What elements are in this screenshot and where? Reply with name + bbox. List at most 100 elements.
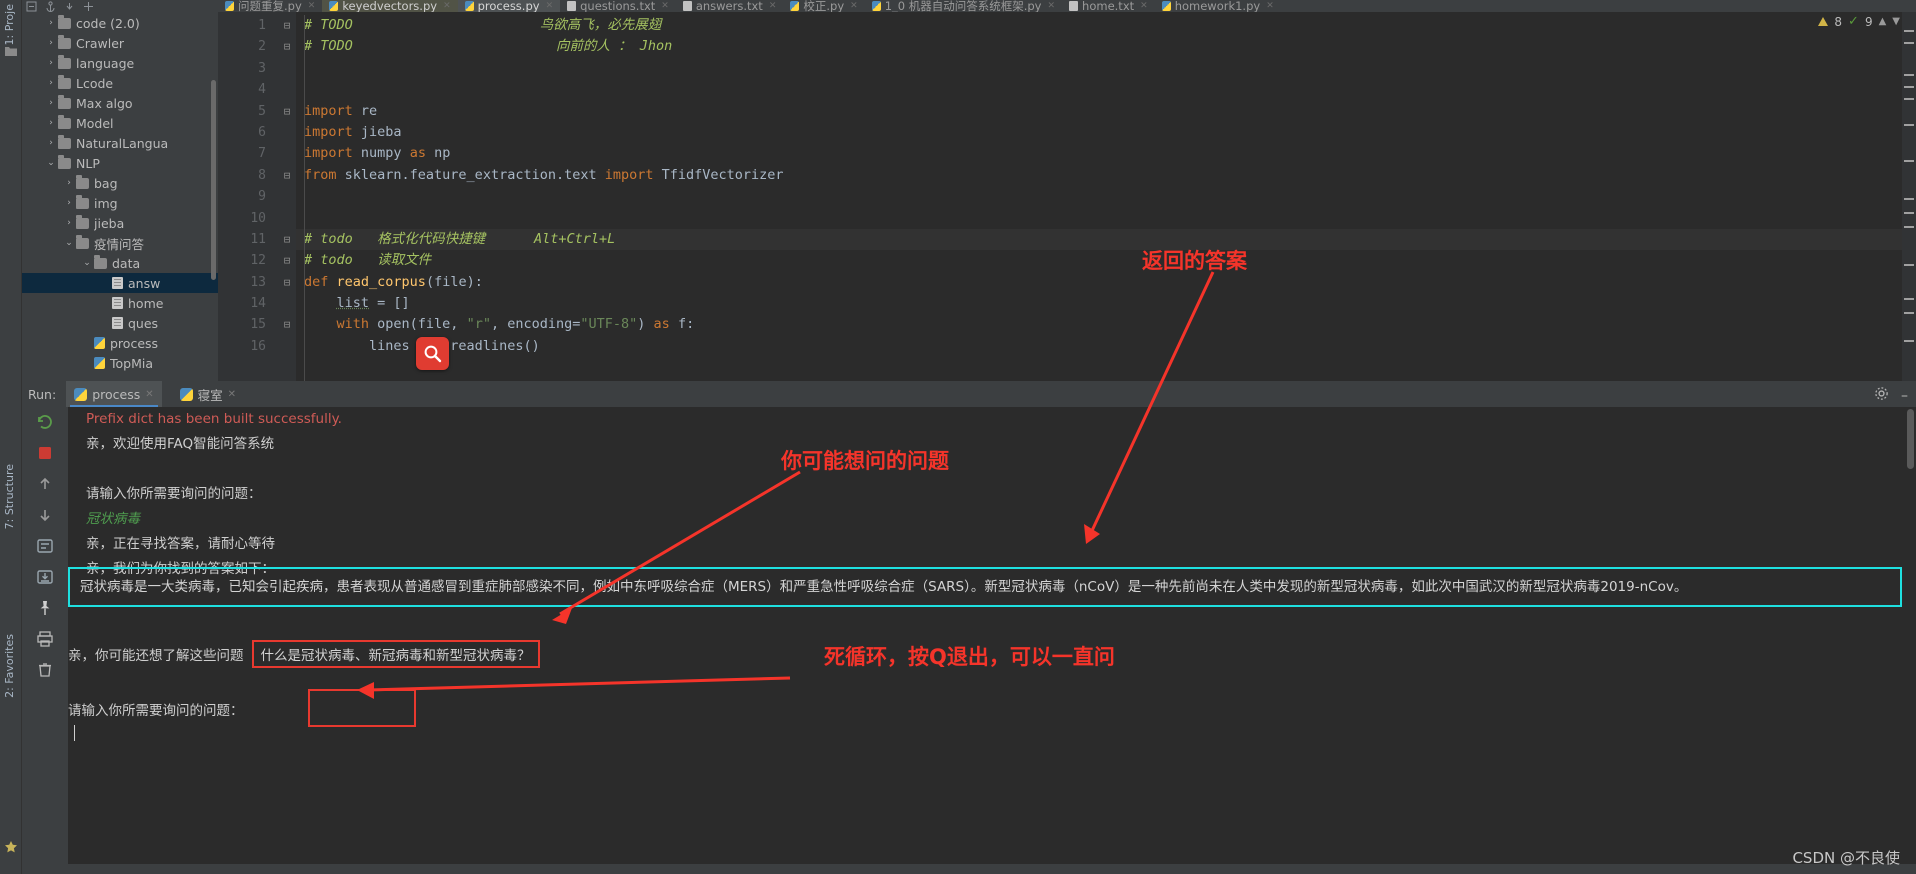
- editor-tab[interactable]: 1_0 机器自动问答系统框架.py ✕: [865, 0, 1062, 12]
- close-icon[interactable]: ✕: [546, 1, 554, 11]
- tree-item[interactable]: home: [22, 293, 218, 313]
- chevron-right-icon[interactable]: ›: [62, 218, 76, 228]
- editor-tab[interactable]: questions.txt ✕: [560, 0, 676, 12]
- editor-tab[interactable]: homework1.py ✕: [1155, 0, 1281, 12]
- sidebar-tab-favorites[interactable]: 2: Favorites: [1, 630, 21, 702]
- editor-tab[interactable]: 校正.py ✕: [783, 0, 864, 12]
- run-tab-process[interactable]: process ✕: [66, 381, 162, 407]
- code-line[interactable]: with open(file, "r", encoding="UTF-8") a…: [296, 314, 1916, 335]
- pin-icon[interactable]: [34, 597, 56, 619]
- tree-item[interactable]: TopMia: [22, 353, 218, 373]
- fold-toggle-icon[interactable]: ⊟: [278, 272, 296, 293]
- code-line[interactable]: [296, 79, 1916, 100]
- chevron-right-icon[interactable]: ›: [44, 58, 58, 68]
- fold-toggle-icon[interactable]: ⊟: [278, 229, 296, 250]
- code-line[interactable]: [296, 208, 1916, 229]
- chevron-right-icon[interactable]: ›: [44, 118, 58, 128]
- code-content[interactable]: # TODO 鸟欲高飞，必先展翅 # TODO 向前的人 ： Jhon import…: [296, 12, 1916, 381]
- chevron-up-icon[interactable]: ▲: [1879, 16, 1887, 27]
- tree-item[interactable]: › Model: [22, 113, 218, 133]
- tree-item[interactable]: › code (2.0): [22, 13, 218, 33]
- error-stripe-scrollbar[interactable]: [1902, 12, 1916, 381]
- chevron-down-icon[interactable]: ⌄: [62, 238, 76, 248]
- soft-wrap-icon[interactable]: [34, 535, 56, 557]
- code-line[interactable]: def read_corpus(file):: [296, 272, 1916, 293]
- fold-toggle-icon[interactable]: ⊟: [278, 36, 296, 57]
- code-line[interactable]: lines = f.readlines(): [296, 336, 1916, 357]
- close-icon[interactable]: ✕: [850, 1, 858, 11]
- editor-inspection-status[interactable]: 8 ✓ 9 ▲ ▼: [1818, 14, 1900, 29]
- editor-tab[interactable]: answers.txt ✕: [676, 0, 784, 12]
- tree-item[interactable]: › bag: [22, 173, 218, 193]
- fold-toggle-icon[interactable]: ⊟: [278, 15, 296, 36]
- editor-tab[interactable]: keyedvectors.py ✕: [322, 0, 458, 12]
- close-icon[interactable]: ✕: [308, 1, 316, 11]
- code-line[interactable]: [296, 58, 1916, 79]
- tree-item[interactable]: answ: [22, 273, 218, 293]
- minimize-icon[interactable]: –: [1901, 388, 1908, 404]
- chevron-right-icon[interactable]: ›: [44, 78, 58, 88]
- code-line[interactable]: import jieba: [296, 122, 1916, 143]
- close-icon[interactable]: ✕: [443, 1, 451, 11]
- tree-item[interactable]: › img: [22, 193, 218, 213]
- chevron-down-icon[interactable]: ⌄: [80, 258, 94, 268]
- chevron-right-icon[interactable]: ›: [44, 18, 58, 28]
- code-line[interactable]: from sklearn.feature_extraction.text imp…: [296, 165, 1916, 186]
- tree-item[interactable]: ques: [22, 313, 218, 333]
- close-icon[interactable]: ✕: [1140, 1, 1148, 11]
- tree-item[interactable]: › jieba: [22, 213, 218, 233]
- sidebar-tab-project[interactable]: 1: Proje: [1, 0, 21, 49]
- code-line[interactable]: # TODO 鸟欲高飞，必先展翅: [296, 15, 1916, 36]
- chevron-right-icon[interactable]: ›: [44, 38, 58, 48]
- code-line[interactable]: list = []: [296, 293, 1916, 314]
- tree-item[interactable]: › Max algo: [22, 93, 218, 113]
- project-file-tree[interactable]: › code (2.0) › Crawler › language › Lcode › Max a…: [22, 12, 218, 373]
- rerun-icon[interactable]: [34, 411, 56, 433]
- arrow-up-icon[interactable]: [34, 473, 56, 495]
- close-icon[interactable]: ✕: [1266, 1, 1274, 11]
- tree-item[interactable]: › NaturalLangua: [22, 133, 218, 153]
- code-line[interactable]: # TODO 向前的人 ： Jhon: [296, 36, 1916, 57]
- close-icon[interactable]: ✕: [145, 389, 153, 400]
- tree-item[interactable]: › Lcode: [22, 73, 218, 93]
- fold-toggle-icon[interactable]: ⊟: [278, 101, 296, 122]
- project-scrollbar[interactable]: [211, 80, 216, 280]
- chevron-down-icon[interactable]: ▼: [1892, 16, 1900, 27]
- fold-toggle-icon[interactable]: ⊟: [278, 165, 296, 186]
- search-everywhere-bubble[interactable]: [416, 337, 449, 370]
- anchor-icon[interactable]: [45, 0, 56, 12]
- console-input-highlight[interactable]: [308, 689, 416, 727]
- chevron-down-icon[interactable]: ⌄: [44, 158, 58, 168]
- code-line[interactable]: [296, 186, 1916, 207]
- tree-item[interactable]: ⌄ 疫情问答: [22, 233, 218, 253]
- code-folding-column[interactable]: ⊟ ⊟ ⊟ ⊟ ⊟ ⊟ ⊟ ⊟: [278, 12, 296, 381]
- chevron-right-icon[interactable]: ›: [44, 98, 58, 108]
- trash-icon[interactable]: [34, 659, 56, 681]
- editor-tab[interactable]: home.txt ✕: [1062, 0, 1155, 12]
- tree-item[interactable]: › language: [22, 53, 218, 73]
- settings-icon[interactable]: [83, 1, 94, 12]
- collapse-all-icon[interactable]: [26, 1, 37, 12]
- code-line[interactable]: # todo 格式化代码快捷键 Alt+Ctrl+L: [296, 228, 1916, 251]
- close-icon[interactable]: ✕: [661, 1, 669, 11]
- close-icon[interactable]: ✕: [769, 1, 777, 11]
- gear-icon[interactable]: [1874, 386, 1889, 405]
- tree-item[interactable]: ⌄ NLP: [22, 153, 218, 173]
- console-scrollbar[interactable]: [1907, 409, 1914, 469]
- code-line[interactable]: # todo 读取文件: [296, 250, 1916, 271]
- run-tab-bedroom[interactable]: 寝室 ✕: [172, 381, 244, 407]
- close-icon[interactable]: ✕: [1048, 1, 1056, 11]
- fold-toggle-icon[interactable]: ⊟: [278, 250, 296, 271]
- tree-item[interactable]: process: [22, 333, 218, 353]
- tree-item[interactable]: ⌄ data: [22, 253, 218, 273]
- arrow-down-icon[interactable]: [34, 504, 56, 526]
- fold-toggle-icon[interactable]: ⊟: [278, 314, 296, 335]
- code-editor[interactable]: 1 2 3 4 5 6 7 8 9 10 11 12 13 14 15 16 ⊟ ⊟ ⊟ ⊟ ⊟ ⊟ ⊟ ⊟ # TODO …: [218, 12, 1916, 381]
- chevron-right-icon[interactable]: ›: [44, 138, 58, 148]
- chevron-right-icon[interactable]: ›: [62, 178, 76, 188]
- editor-tab[interactable]: 问题重复.py ✕: [218, 0, 322, 12]
- stop-icon[interactable]: [34, 442, 56, 464]
- locate-icon[interactable]: [64, 1, 75, 12]
- scroll-to-end-icon[interactable]: [34, 566, 56, 588]
- sidebar-tab-structure[interactable]: 7: Structure: [1, 460, 21, 533]
